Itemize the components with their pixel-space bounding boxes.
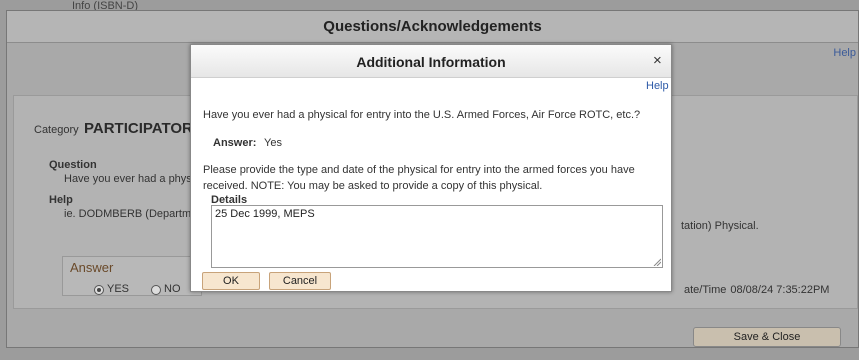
- datetime-label: ate/Time: [684, 284, 727, 296]
- yes-radio-label[interactable]: YES: [107, 283, 129, 295]
- category-label: Category: [34, 124, 79, 136]
- dialog-instructions: Please provide the type and date of the …: [203, 164, 635, 192]
- dialog-title: Additional Information: [356, 54, 506, 70]
- additional-information-dialog: Additional Information × Help Have you e…: [190, 44, 672, 292]
- no-radio[interactable]: [151, 285, 161, 295]
- dialog-answer-label: Answer:: [213, 137, 257, 149]
- yes-radio[interactable]: [94, 285, 104, 295]
- outer-help-link[interactable]: Help: [833, 47, 856, 59]
- datetime-value: 08/08/24 7:35:22PM: [730, 284, 830, 296]
- ok-button[interactable]: OK: [202, 272, 260, 290]
- dialog-question: Have you ever had a physical for entry i…: [203, 109, 641, 121]
- questions-modal-title: Questions/Acknowledgements: [323, 18, 542, 35]
- help-text-tail: tation) Physical.: [681, 220, 759, 232]
- close-icon[interactable]: ×: [653, 53, 662, 68]
- help-text: ie. DODMBERB (Departm: [64, 208, 192, 220]
- dialog-titlebar: Additional Information ×: [191, 45, 671, 78]
- category-value: PARTICIPATORY: [84, 120, 203, 137]
- questions-modal-titlebar: Questions/Acknowledgements: [7, 11, 858, 43]
- dialog-answer-value: Yes: [264, 137, 282, 149]
- cancel-button[interactable]: Cancel: [269, 272, 331, 290]
- answer-label: Answer: [70, 260, 114, 275]
- resize-grip-icon[interactable]: [653, 258, 661, 266]
- question-label: Question: [49, 159, 97, 171]
- dialog-help-link[interactable]: Help: [646, 80, 669, 92]
- save-and-close-button[interactable]: Save & Close: [693, 327, 841, 347]
- details-textarea[interactable]: 25 Dec 1999, MEPS: [211, 205, 663, 268]
- question-text: Have you ever had a physi: [64, 173, 195, 185]
- datetime: ate/Time 08/08/24 7:35:22PM: [684, 284, 829, 296]
- no-radio-label[interactable]: NO: [164, 283, 181, 295]
- help-label: Help: [49, 194, 73, 206]
